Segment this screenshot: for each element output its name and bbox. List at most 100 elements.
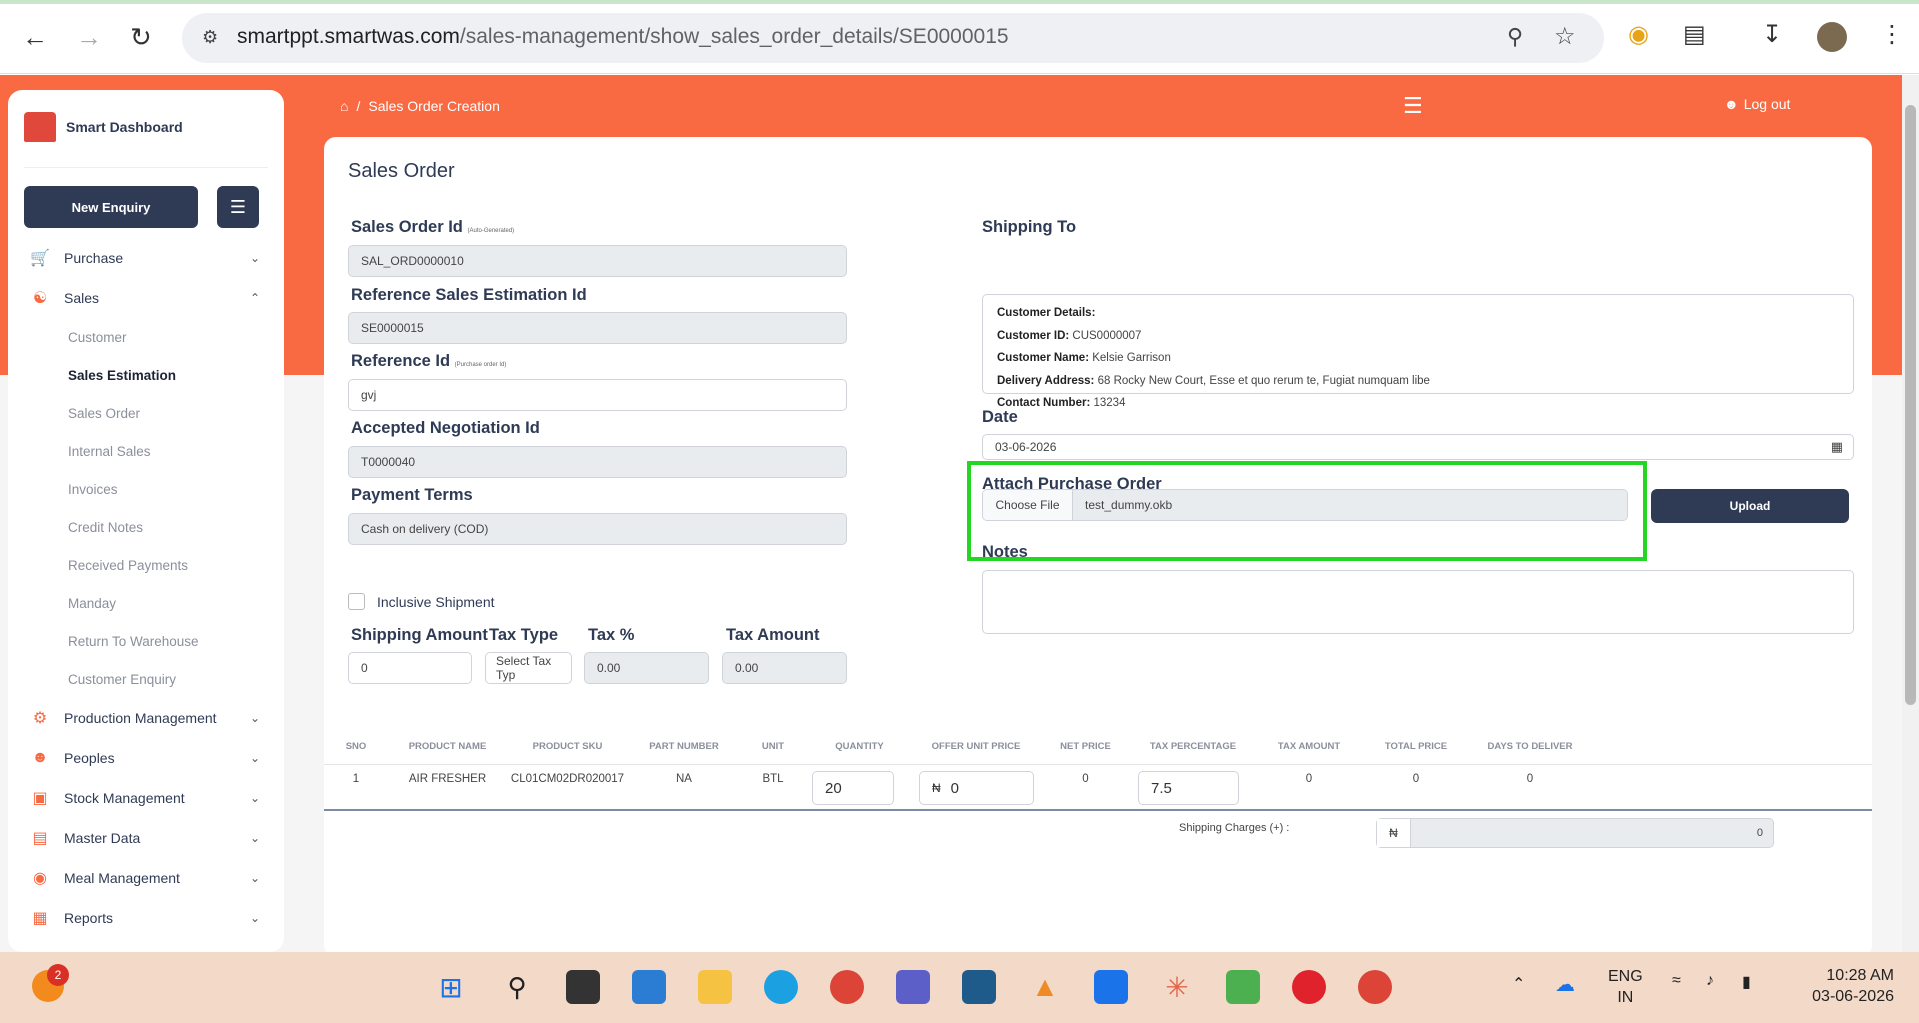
app-a-icon[interactable] (1094, 970, 1128, 1004)
zoom-icon[interactable]: ⚲ (1507, 24, 1523, 50)
sidebar-subitem-customer[interactable]: Customer (8, 318, 284, 356)
battery-icon[interactable]: ▮ (1742, 972, 1751, 992)
language-indicator[interactable]: ENG IN (1608, 966, 1643, 1008)
sidebar-subitem-manday[interactable]: Manday (8, 584, 284, 622)
shipping-charges-field[interactable]: ₦ 0 (1376, 818, 1774, 848)
wifi-icon[interactable]: ≈ (1672, 972, 1681, 990)
brand[interactable]: Smart Dashboard (24, 112, 183, 142)
address-bar[interactable]: ⚙ smartppt.smartwas.com/sales-management… (182, 13, 1604, 63)
forward-icon[interactable]: → (76, 22, 102, 52)
tax-type-select[interactable]: Select Tax Typ (485, 652, 572, 684)
file-explorer-icon[interactable] (698, 970, 732, 1004)
outlook-icon[interactable] (632, 970, 666, 1004)
logout-link[interactable]: ☻ Log out (1724, 96, 1790, 112)
sidebar-item-label: Sales (64, 290, 100, 306)
windows-start-icon[interactable]: ⊞ (434, 970, 468, 1004)
sidebar-item-meal-management[interactable]: ◉ Meal Management ⌄ (8, 858, 284, 898)
sidebar-item-master-data[interactable]: ▤ Master Data ⌄ (8, 818, 284, 858)
reference-id-input[interactable]: gvj (348, 379, 847, 411)
ref-estimation-field[interactable]: SE0000015 (348, 312, 847, 344)
sidebar-subitem-credit-notes[interactable]: Credit Notes (8, 508, 284, 546)
sidebar-item-sales[interactable]: ☯ Sales ⌃ (8, 278, 284, 318)
chrome-profile-icon[interactable] (1358, 970, 1392, 1004)
cell-sno: 1 (352, 773, 360, 785)
site-info-icon[interactable]: ⚙ (202, 27, 218, 48)
negotiation-id-field[interactable]: T0000040 (348, 446, 847, 478)
sidebar-toggle-button[interactable]: ☰ (217, 186, 259, 228)
search-icon[interactable]: ⚲ (500, 970, 534, 1004)
sales-order-id-field[interactable]: SAL_ORD0000010 (348, 245, 847, 277)
sql-workbench-icon[interactable] (962, 970, 996, 1004)
cell-unit: BTL (762, 773, 784, 785)
extensions-puzzle-icon[interactable]: ▤ (1683, 20, 1706, 50)
browser-toolbar: ← → ↻ ⚙ smartppt.smartwas.com/sales-mana… (0, 0, 1919, 74)
clock[interactable]: 10:28 AM 03-06-2026 (1792, 965, 1894, 1007)
sidebar-subitem-customer-enquiry[interactable]: Customer Enquiry (8, 660, 284, 698)
profile-avatar[interactable] (1817, 22, 1847, 52)
scrollbar-thumb[interactable] (1905, 105, 1916, 705)
sidebar-item-purchase[interactable]: 🛒 Purchase ⌄ (8, 238, 284, 278)
date-label: Date (982, 408, 1018, 426)
opera-icon[interactable] (1292, 970, 1326, 1004)
volume-icon[interactable]: ♪ (1706, 972, 1714, 990)
tax-percent-field[interactable]: 0.00 (584, 652, 709, 684)
sidebar-item-reports[interactable]: ▦ Reports ⌄ (8, 898, 284, 938)
offer-price-input[interactable]: ₦ 0 (919, 771, 1034, 805)
snipping-tool-icon[interactable] (1226, 970, 1260, 1004)
quantity-input[interactable]: 20 (812, 771, 894, 805)
onedrive-icon[interactable]: ☁ (1555, 972, 1575, 997)
chevron-down-icon: ⌄ (249, 791, 260, 805)
col-unit: UNIT (761, 741, 785, 752)
sidebar-item-stock-management[interactable]: ▣ Stock Management ⌄ (8, 778, 284, 818)
sidebar-subitem-sales-estimation[interactable]: Sales Estimation (8, 356, 284, 394)
choose-file-button[interactable]: Choose File (983, 490, 1073, 520)
new-enquiry-button[interactable]: New Enquiry (24, 186, 198, 228)
chrome-icon[interactable] (830, 970, 864, 1004)
reload-icon[interactable]: ↻ (130, 22, 152, 52)
vlc-icon[interactable]: ▲ (1028, 970, 1062, 1004)
shipping-amount-input[interactable]: 0 (348, 652, 472, 684)
teams-icon[interactable] (896, 970, 930, 1004)
home-icon[interactable]: ⌂ (340, 98, 348, 114)
date-input[interactable]: 03-06-2026 ▦ (982, 434, 1854, 460)
cell-quantity: 20 (806, 765, 913, 809)
inclusive-shipment-checkbox[interactable]: Inclusive Shipment (348, 593, 495, 610)
extension-icon[interactable]: ◉ (1628, 20, 1649, 50)
file-input[interactable]: Choose File test_dummy.okb (982, 489, 1628, 521)
sidebar-menu: 🛒 Purchase ⌄ ☯ Sales ⌃ Customer Sales Es… (8, 238, 284, 938)
currency-symbol: ₦ (1377, 819, 1411, 847)
edge-icon[interactable] (764, 970, 798, 1004)
sidebar-item-production-management[interactable]: ⚙ Production Management ⌄ (8, 698, 284, 738)
payment-terms-field[interactable]: Cash on delivery (COD) (348, 513, 847, 545)
claude-icon[interactable]: ✳ (1160, 970, 1194, 1004)
cell-product-name: AIR FRESHER (408, 773, 487, 785)
calendar-icon[interactable]: ▦ (1831, 439, 1843, 455)
upload-button[interactable]: Upload (1651, 489, 1849, 523)
sidebar-item-label: Master Data (64, 830, 141, 846)
warehouse-icon: ▣ (32, 790, 48, 807)
notes-textarea[interactable] (982, 570, 1854, 634)
notes-label: Notes (982, 543, 1028, 561)
sidebar-item-peoples[interactable]: ☻ Peoples ⌄ (8, 738, 284, 778)
tax-percentage-input[interactable]: 7.5 (1138, 771, 1239, 805)
task-view-icon[interactable] (566, 970, 600, 1004)
report-icon: ▦ (32, 910, 48, 927)
sidebar-subitem-internal-sales[interactable]: Internal Sales (8, 432, 284, 470)
shipping-charges-label: Shipping Charges (+) : (1179, 822, 1290, 834)
cell-total-price: 0 (1412, 773, 1420, 785)
clock-time: 10:28 AM (1826, 967, 1894, 984)
bookmark-star-icon[interactable]: ☆ (1554, 22, 1576, 51)
sidebar-subitem-return-to-warehouse[interactable]: Return To Warehouse (8, 622, 284, 660)
back-icon[interactable]: ← (22, 22, 48, 52)
checkbox-box[interactable] (348, 593, 365, 610)
sidebar-subitem-invoices[interactable]: Invoices (8, 470, 284, 508)
page-scrollbar[interactable] (1902, 75, 1919, 952)
tax-amount-field[interactable]: 0.00 (722, 652, 847, 684)
sidebar-subitem-sales-order[interactable]: Sales Order (8, 394, 284, 432)
download-icon[interactable]: ↧ (1762, 20, 1782, 50)
sidebar-subitem-received-payments[interactable]: Received Payments (8, 546, 284, 584)
tray-chevron-icon[interactable]: ⌃ (1512, 974, 1525, 994)
hamburger-menu-icon[interactable]: ☰ (1403, 93, 1423, 119)
inclusive-shipment-label: Inclusive Shipment (377, 593, 495, 610)
browser-menu-icon[interactable]: ⋮ (1880, 20, 1904, 50)
